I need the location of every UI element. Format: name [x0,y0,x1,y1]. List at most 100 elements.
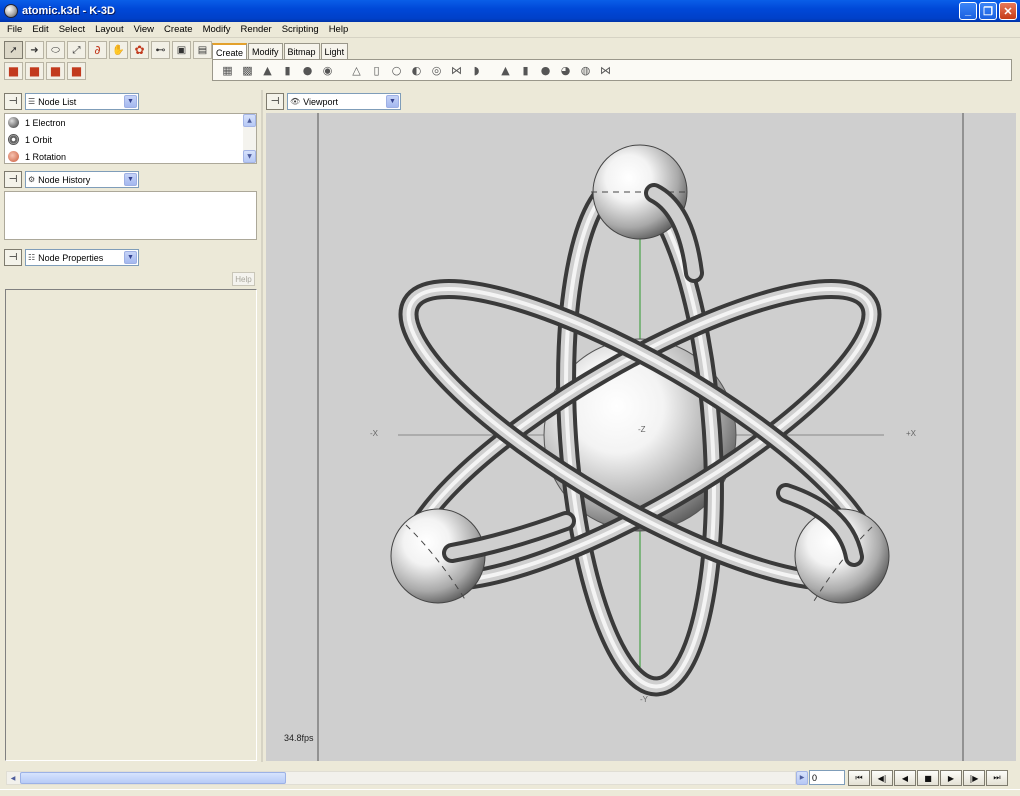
scroll-up-icon[interactable]: ▲ [243,114,256,127]
play-icon[interactable]: ▶ [940,770,962,786]
transport-controls: ⏮ ◀| ◀ ■ ▶ |▶ ⏭ [848,770,1008,786]
go-to-end-icon[interactable]: ⏭ [986,770,1008,786]
panel-title-node-history: Node History [38,174,91,185]
poly-grid-icon[interactable]: ▩ [239,62,256,79]
poly-cube-icon[interactable]: ▦ [219,62,236,79]
k3d-app-icon [4,4,18,18]
chevron-down-icon[interactable]: ▼ [386,95,399,108]
quadric-cone-icon[interactable]: △ [348,62,365,79]
quadric-torus-icon[interactable]: ◎ [428,62,445,79]
scale-icon[interactable]: ⤢ [67,41,86,59]
node-list-header: ⊣ ☰ Node List ▼ [4,93,139,110]
cube-red-4-icon[interactable]: ■ [67,62,86,80]
menu-file[interactable]: File [2,24,27,35]
quadric-hyperboloid-icon[interactable]: ⋈ [448,62,465,79]
quadric-disk-icon[interactable]: ○ [388,62,405,79]
scroll-thumb[interactable] [20,772,286,784]
plugin-icon[interactable]: ⊷ [151,41,170,59]
paint-icon[interactable]: ✿ [130,41,149,59]
spin-icon[interactable]: ▶ [796,770,808,785]
scroll-left-icon[interactable]: ◀ [7,772,19,784]
chevron-down-icon[interactable]: ▼ [124,95,137,108]
stop-icon[interactable]: ■ [917,770,939,786]
menu-layout[interactable]: Layout [90,24,129,35]
go-to-start-icon[interactable]: ⏮ [848,770,870,786]
help-button[interactable]: Help [232,272,255,286]
cube-red-icon[interactable]: ■ [4,62,23,80]
panel-type-combo[interactable]: ☷ Node Properties ▼ [25,249,139,266]
render-animation-icon[interactable]: ▤ [193,41,212,59]
quadric-paraboloid-icon[interactable]: ◗ [468,62,485,79]
create-toolbar: ▦ ▩ ▲ ▮ ● ◉ △ ▯ ○ ◐ ◎ ⋈ ◗ ▲ ▮ ● ◕ ◍ ⋈ [212,59,1012,81]
quadric-sphere-icon[interactable]: ◐ [408,62,425,79]
tab-bitmap[interactable]: Bitmap [283,43,320,59]
step-back-icon[interactable]: ◀| [871,770,893,786]
node-history-header: ⊣ ⚙ Node History ▼ [4,171,139,188]
minimize-button[interactable]: _ [959,2,977,20]
panel-splitter[interactable] [261,90,263,762]
nurbs-sphere-icon[interactable]: ◕ [557,62,574,79]
cube-red-2-icon[interactable]: ■ [25,62,44,80]
nurbs-cylinder-icon[interactable]: ▮ [517,62,534,79]
menu-render[interactable]: Render [236,24,277,35]
nurbs-disk-icon[interactable]: ● [537,62,554,79]
step-forward-icon[interactable]: |▶ [963,770,985,786]
eye-icon: 👁 [290,97,301,106]
menu-select[interactable]: Select [54,24,90,35]
node-list-scrollbar[interactable]: ▲ ▼ [243,114,256,163]
menu-help[interactable]: Help [324,24,354,35]
tab-create[interactable]: Create [212,43,248,60]
play-reverse-icon[interactable]: ◀ [894,770,916,786]
menu-edit[interactable]: Edit [27,24,53,35]
orbit-icon [8,134,19,145]
menu-view[interactable]: View [129,24,159,35]
nurbs-hyperboloid-icon[interactable]: ⋈ [597,62,614,79]
panel-title-node-properties: Node Properties [38,252,104,263]
scroll-down-icon[interactable]: ▼ [243,150,256,163]
pin-icon[interactable]: ⊣ [4,171,22,188]
rotate-icon[interactable]: ⬭ [46,41,65,59]
pin-icon[interactable]: ⊣ [266,93,284,110]
quadric-cylinder-icon[interactable]: ▯ [368,62,385,79]
nurbs-cone-icon[interactable]: ▲ [497,62,514,79]
pin-icon[interactable]: ⊣ [4,249,22,266]
tab-light[interactable]: Light [320,43,349,59]
list-item[interactable]: 1 Rotation [5,148,256,165]
axis-label-pos-x: +X [906,429,917,438]
poly-cone-icon[interactable]: ▲ [259,62,276,79]
poly-sphere-icon[interactable]: ● [299,62,316,79]
tweak-icon[interactable]: ✋ [109,41,128,59]
poly-cylinder-icon[interactable]: ▮ [279,62,296,79]
timeline-scrollbar[interactable]: ◀ [6,771,796,785]
list-item[interactable]: 1 Electron [5,114,256,131]
fps-readout: 34.8fps [284,733,314,743]
render-frame-icon[interactable]: ▣ [172,41,191,59]
viewport-canvas[interactable]: -X +X -Z -Y 34.8fps [266,113,1016,761]
node-properties-area [5,289,257,761]
snap-icon[interactable]: ∂ [88,41,107,59]
tool-tabs: Create Modify Bitmap Light [212,43,349,60]
history-icon: ⚙ [28,175,36,184]
poly-torus-icon[interactable]: ◉ [319,62,336,79]
rotation-icon [8,151,19,162]
close-button[interactable]: ✕ [999,2,1017,20]
menu-scripting[interactable]: Scripting [277,24,324,35]
chevron-down-icon[interactable]: ▼ [124,251,137,264]
frame-input[interactable] [809,770,845,785]
list-item[interactable]: 1 Orbit [5,131,256,148]
menu-modify[interactable]: Modify [198,24,236,35]
axis-label-z: -Z [638,425,646,434]
menu-create[interactable]: Create [159,24,198,35]
nurbs-torus-icon[interactable]: ◍ [577,62,594,79]
maximize-button[interactable]: ❐ [979,2,997,20]
move-icon[interactable]: ➜ [25,41,44,59]
chevron-down-icon[interactable]: ▼ [124,173,137,186]
pin-icon[interactable]: ⊣ [4,93,22,110]
panel-type-combo[interactable]: 👁 Viewport ▼ [287,93,401,110]
select-icon[interactable]: ➚ [4,41,23,59]
tab-modify[interactable]: Modify [248,43,283,59]
panel-type-combo[interactable]: ⚙ Node History ▼ [25,171,139,188]
panel-type-combo[interactable]: ☰ Node List ▼ [25,93,139,110]
cube-red-3-icon[interactable]: ■ [46,62,65,80]
list-icon: ☰ [28,97,36,106]
